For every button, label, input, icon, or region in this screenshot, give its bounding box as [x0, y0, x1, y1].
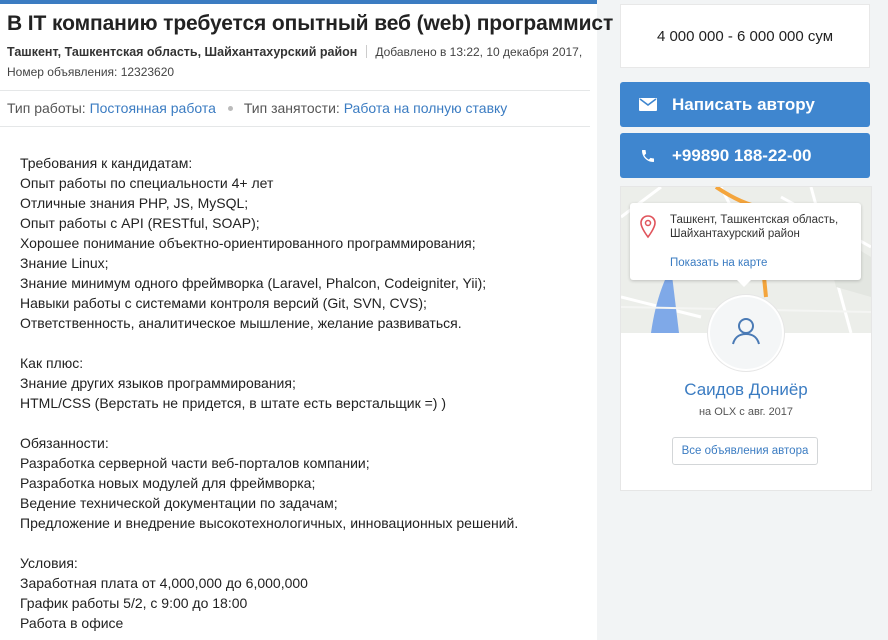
ad-main-panel: В IT компанию требуется опытный веб (web… — [0, 0, 613, 640]
top-accent-bar — [0, 0, 597, 4]
avatar[interactable] — [708, 295, 784, 371]
write-author-button[interactable]: Написать автору — [620, 82, 870, 127]
mail-icon — [638, 96, 658, 114]
map-tooltip-arrow — [736, 279, 752, 287]
work-type-link[interactable]: Постоянная работа — [90, 100, 216, 116]
map-tooltip: Ташкент, Ташкентская область, Шайхантаху… — [630, 203, 861, 280]
description-line: Разработка серверной части веб-порталов … — [20, 455, 370, 471]
work-type-label: Тип работы: — [7, 100, 86, 116]
description-line: График работы 5/2, с 9:00 до 18:00 — [20, 595, 248, 611]
description-blank-line — [20, 333, 518, 353]
description-line: Опыт работы с API (RESTful, SOAP); — [20, 215, 260, 231]
ad-added-date: Добавлено в 13:22, 10 декабря 2017, — [375, 45, 583, 59]
description-line: Ответственность, аналитическое мышление,… — [20, 315, 462, 331]
write-author-label: Написать автору — [672, 94, 815, 114]
show-on-map-link[interactable]: Показать на карте — [670, 257, 767, 269]
description-line: Знание минимум одного фреймворка (Larave… — [20, 275, 487, 291]
user-icon — [729, 314, 763, 353]
description-line: Ведение технической документации по зада… — [20, 495, 338, 511]
employment-label: Тип занятости: — [243, 100, 340, 116]
phone-icon — [638, 147, 658, 165]
seller-since: на OLX с авг. 2017 — [698, 406, 794, 418]
description-line: Навыки работы с системами контроля верси… — [20, 295, 427, 311]
ad-location: Ташкент, Ташкентская область, Шайхантаху… — [7, 45, 358, 59]
price-value: 4 000 000 - 6 000 000 сум — [656, 27, 834, 45]
description-blank-line — [20, 413, 518, 433]
avatar-circle — [710, 297, 782, 369]
seller-name[interactable]: Саидов Дониёр — [621, 380, 871, 400]
description-line: Знание других языков программирования; — [20, 375, 296, 391]
map-address: Ташкент, Ташкентская область, Шайхантаху… — [670, 214, 839, 240]
description-line: HTML/CSS (Верстать не придется, в штате … — [20, 395, 446, 411]
seller-card: Ташкент, Ташкентская область, Шайхантаху… — [620, 186, 872, 491]
ad-number: Номер объявления: 12323620 — [7, 65, 175, 79]
show-phone-button[interactable]: +99890 188-22-00 — [620, 133, 870, 178]
description-line: Хорошее понимание объектно-ориентированн… — [20, 235, 476, 251]
divider — [0, 126, 590, 127]
description-line: Знание Linux; — [20, 255, 109, 271]
description-line: Опыт работы по специальности 4+ лет — [20, 175, 274, 191]
ad-description: Требования к кандидатам: Опыт работы по с… — [20, 153, 518, 633]
description-line: Предложение и внедрение высокотехнологич… — [20, 515, 519, 531]
description-line: Как плюс: — [20, 355, 84, 371]
ad-params: Тип работы: Постоянная работа Тип занятос… — [7, 100, 507, 116]
description-line: Отличные знания PHP, JS, MySQL; — [20, 195, 249, 211]
all-ads-button[interactable]: Все объявления автора — [672, 437, 818, 465]
description-line: Работа в офисе — [20, 615, 124, 631]
price-box: 4 000 000 - 6 000 000 сум — [620, 4, 870, 68]
map-pin-icon — [640, 215, 656, 244]
description-line: Разработка новых модулей для фреймворка; — [20, 475, 316, 491]
description-line: Условия: — [20, 555, 78, 571]
meta-divider — [366, 45, 368, 58]
description-line: Требования к кандидатам: — [20, 155, 193, 171]
phone-number: +99890 188-22-00 — [672, 145, 812, 165]
ad-title: В IT компанию требуется опытный веб (web… — [7, 12, 614, 35]
ad-meta: Ташкент, Ташкентская область, Шайхантаху… — [7, 45, 582, 59]
employment-link[interactable]: Работа на полную ставку — [344, 100, 508, 116]
param-separator-dot — [227, 105, 233, 111]
description-line: Заработная плата от 4,000,000 до 6,000,0… — [20, 575, 308, 591]
description-line: Обязанности: — [20, 435, 109, 451]
description-blank-line — [20, 533, 518, 553]
divider — [0, 90, 590, 91]
